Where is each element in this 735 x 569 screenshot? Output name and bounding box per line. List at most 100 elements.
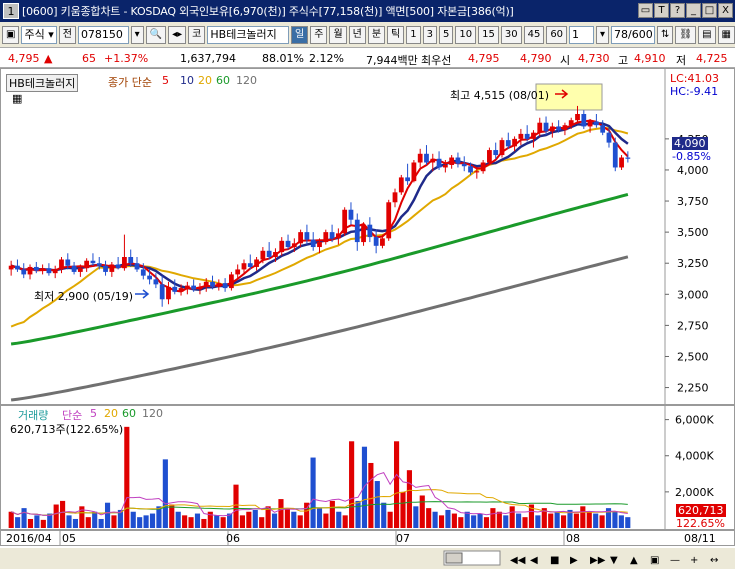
interval-45[interactable]: 45 [523,25,545,44]
maximize-icon[interactable]: □ [702,3,717,18]
vol-ma-5-label[interactable]: 5 [90,407,97,420]
best-ask: 4,795 [468,52,500,65]
interval-5[interactable]: 5 [439,25,454,44]
volume-bar [72,518,79,528]
candle-body [543,122,549,132]
help-icon[interactable]: ? [670,3,685,18]
ma-20-label[interactable]: 20 [198,74,212,87]
volume-bar [278,499,284,528]
open-value: 4,730 [578,52,610,65]
volume-bar [130,511,136,528]
volume-bar [361,446,368,528]
text-icon[interactable]: T [654,3,669,18]
stock-label[interactable]: HB테크놀러지 [6,74,79,92]
volume-bar [66,515,72,528]
candle-body [606,132,612,143]
volume-bar [445,509,451,528]
volume-current: 620,713주(122.65%) [10,423,124,436]
price-tick-label: 3,000 [677,288,709,301]
volume-bar [15,517,21,528]
interval-15[interactable]: 15 [478,25,499,44]
current-price-pct: -0.85% [672,150,711,163]
low-value: 4,725 [696,52,728,65]
candle-body [386,202,392,239]
quote-bar: 4,795 ▲ 65 +1.37% 1,637,794 88.01% 2.12%… [0,48,735,68]
candle-body [8,265,14,270]
stock-chart[interactable]: 4,2504,0003,7503,5003,2503,0002,7502,500… [0,68,735,569]
chain-icon[interactable]: ⛓ [675,25,697,44]
candle-body [109,264,115,272]
search-label[interactable]: 코 [188,25,206,44]
restore-icon[interactable]: ▭ [638,3,653,18]
interval-30[interactable]: 30 [500,25,522,44]
market-select[interactable]: 주식 ▾ [21,25,57,44]
period-minute[interactable]: 분 [367,25,386,44]
page-count: 78/600 [611,25,655,44]
candle-body [21,269,27,275]
ma-60-label[interactable]: 60 [216,74,230,87]
volume-bar [394,441,400,528]
chart-control-icon: ↔ [710,555,718,566]
volume-tick-label: 4,000K [675,450,714,463]
interval-input[interactable]: 1 [569,25,594,44]
code-dropdown-icon[interactable]: ▾ [130,25,144,44]
volume-bar [329,500,335,528]
open-label: 시 [560,54,571,67]
x-label-may: 05 [62,532,76,545]
candle-body [342,209,348,234]
volume-bar [40,519,46,528]
interval-10[interactable]: 10 [455,25,477,44]
interval-dropdown-icon[interactable]: ▾ [595,25,609,44]
code-input[interactable]: 078150 [77,25,129,44]
up-arrow-icon: ▲ [44,52,53,65]
change-value: 65 [82,52,96,65]
grid-icon[interactable]: ▦ [12,92,22,105]
ma-120-label[interactable]: 120 [236,74,257,87]
candle-body [398,177,404,193]
minimize-icon[interactable]: _ [686,3,701,18]
volume-bar [271,513,278,528]
period-day[interactable]: 일 [291,25,309,44]
candle-body [518,133,524,139]
candle-body [361,224,366,243]
interval-1[interactable]: 1 [406,25,421,44]
window-title: [0600] 키움종합차트 - KOSDAQ 외국인보유[6,970(천)] 주… [22,5,514,18]
period-year[interactable]: 년 [348,25,366,44]
menu-icon[interactable]: ▣ [2,25,20,44]
candle-body [373,237,379,246]
volume-bar [85,517,91,528]
save-icon[interactable]: ▦ [717,25,735,44]
price-tick-label: 2,250 [677,382,709,395]
scroll-arrows-icon[interactable]: ⇅ [657,25,674,44]
x-label-end: 08/11 [684,532,716,545]
volume-bar [554,511,560,528]
candle-body [96,263,102,266]
candle-body [15,265,20,270]
volume-bar [252,509,258,528]
candle-body [442,164,448,168]
volume-bar [124,426,130,528]
vol-ma-120-label[interactable]: 120 [142,407,163,420]
lock-icon[interactable]: ▤ [698,25,716,44]
period-week[interactable]: 주 [310,25,328,44]
close-icon[interactable]: X [718,3,733,18]
prev-button[interactable]: 전 [58,25,76,44]
interval-3[interactable]: 3 [422,25,437,44]
interval-60[interactable]: 60 [546,25,568,44]
price-tick-label: 3,750 [677,195,709,208]
candle-body [260,250,266,260]
ma-5-label[interactable]: 5 [162,74,169,87]
search-icon[interactable]: 🔍 [145,25,167,44]
vol-ma-60-label[interactable]: 60 [122,407,136,420]
vol-ma-20-label[interactable]: 20 [104,407,118,420]
volume-bar [593,513,599,528]
sound-icon[interactable]: ◂▸ [168,25,187,44]
volume-bar [149,513,156,528]
candle-body [562,125,568,131]
period-tick[interactable]: 틱 [387,25,405,44]
volume-bar [336,511,342,528]
ma-label[interactable]: 종가 단순 [108,74,152,90]
period-month[interactable]: 월 [329,25,347,44]
candle-body [77,268,83,272]
ma-10-label[interactable]: 10 [180,74,194,87]
